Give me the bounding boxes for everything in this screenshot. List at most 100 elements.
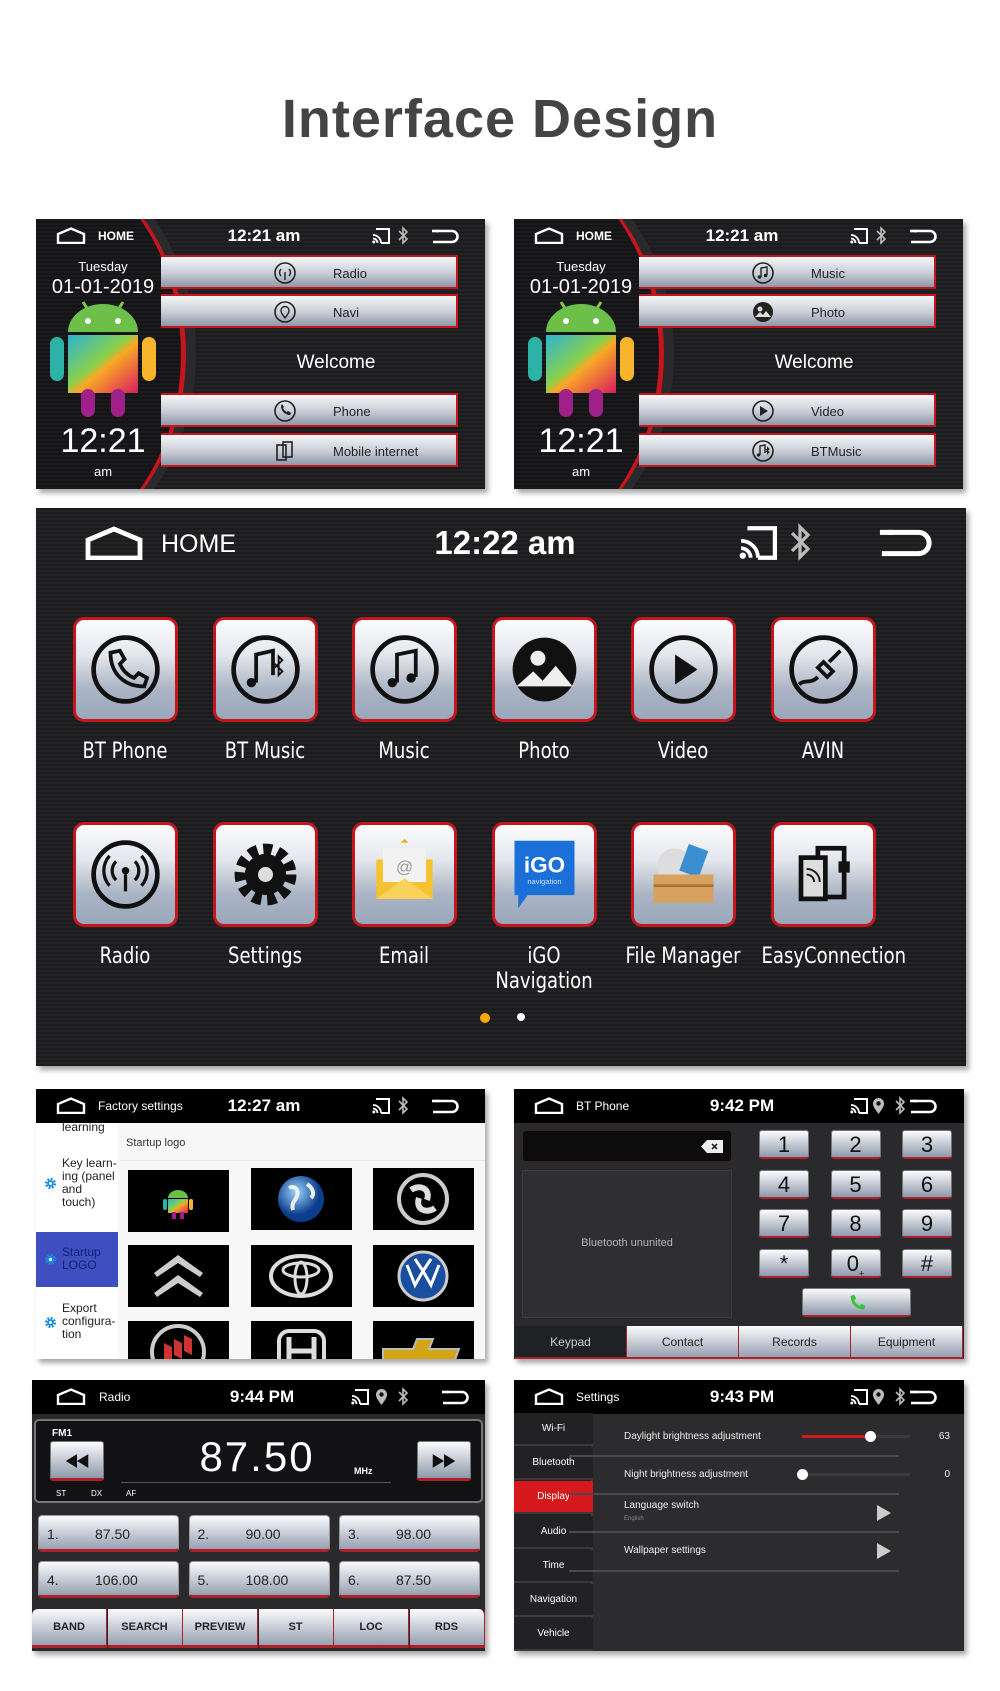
seek-forward-button[interactable] — [417, 1441, 471, 1481]
night-slider[interactable] — [797, 1469, 910, 1480]
home-icon[interactable] — [534, 227, 564, 244]
screen-cast-icon[interactable] — [351, 1389, 369, 1405]
logo-option-honda[interactable] — [251, 1321, 352, 1359]
screen-cast-icon[interactable] — [850, 1098, 868, 1114]
home-icon[interactable] — [56, 1388, 86, 1405]
app-bt-phone[interactable] — [73, 617, 178, 722]
st-button[interactable]: ST — [258, 1609, 334, 1648]
logo-option-chevrolet[interactable] — [373, 1321, 474, 1359]
preset-button[interactable]: 6. 87.50 — [339, 1561, 480, 1598]
backspace-icon[interactable] — [701, 1140, 723, 1153]
back-icon[interactable] — [431, 229, 459, 244]
logo-option-globe[interactable] — [251, 1168, 352, 1230]
page-indicator-dot-active[interactable] — [480, 1013, 490, 1023]
preset-button[interactable]: 4. 106.00 — [38, 1561, 179, 1598]
sidebar-item-key-learning[interactable]: Key learn-ing (panel and touch) — [36, 1157, 118, 1209]
back-icon[interactable] — [878, 528, 932, 558]
preset-button[interactable]: 1. 87.50 — [38, 1515, 179, 1552]
app-music[interactable] — [352, 617, 457, 722]
tab-keypad[interactable]: Keypad — [515, 1326, 627, 1359]
home-icon[interactable] — [84, 526, 144, 560]
logo-option-toyota[interactable] — [251, 1245, 352, 1307]
home-icon[interactable] — [534, 1097, 564, 1114]
phone-button[interactable]: Phone — [161, 393, 458, 427]
keypad-key[interactable]: 6 — [902, 1169, 952, 1199]
sidebar-item-navigation[interactable]: Navigation — [514, 1584, 593, 1617]
radio-button[interactable]: Radio — [161, 255, 458, 289]
logo-option-volkswagen[interactable] — [373, 1245, 474, 1307]
back-icon[interactable] — [909, 229, 937, 244]
call-button[interactable] — [802, 1288, 911, 1317]
wallpaper-settings-row[interactable]: Wallpaper settings — [569, 1532, 899, 1570]
screen-cast-icon[interactable] — [850, 228, 868, 244]
keypad-key[interactable]: 4 — [759, 1169, 809, 1199]
tab-records[interactable]: Records — [739, 1326, 851, 1359]
logo-option-dongfeng[interactable] — [373, 1168, 474, 1230]
app-file-manager[interactable] — [631, 822, 736, 927]
keypad-key[interactable]: 8 — [830, 1209, 881, 1239]
app-avin[interactable] — [770, 617, 876, 722]
app-photo[interactable] — [491, 617, 597, 722]
photo-button[interactable]: Photo — [639, 294, 936, 328]
app-easyconnection[interactable] — [770, 822, 876, 927]
sidebar-item-key-learning-partial[interactable]: learning — [36, 1121, 118, 1134]
video-button[interactable]: Video — [639, 393, 936, 427]
tab-contact[interactable]: Contact — [627, 1326, 739, 1359]
keypad-key[interactable]: 9 — [902, 1209, 952, 1239]
language-switch-row[interactable]: Language switch English — [569, 1494, 899, 1531]
loc-button[interactable]: LOC — [334, 1609, 409, 1648]
page-indicator-dot[interactable] — [517, 1013, 525, 1021]
sidebar-item-export-configuration[interactable]: Export configura-tion — [36, 1302, 118, 1341]
keypad-key[interactable]: # — [902, 1249, 952, 1279]
keypad-key[interactable]: 7 — [759, 1209, 809, 1239]
preset-button[interactable]: 2. 90.00 — [188, 1515, 330, 1552]
logo-option-buick[interactable] — [128, 1321, 229, 1359]
app-video[interactable] — [631, 617, 736, 722]
back-icon[interactable] — [909, 1390, 937, 1405]
app-igo-navigation[interactable]: iGO navigation — [491, 822, 597, 927]
back-icon[interactable] — [431, 1099, 459, 1114]
logo-option-android[interactable] — [128, 1170, 229, 1232]
sidebar-item-wifi[interactable]: Wi-Fi — [514, 1413, 593, 1446]
keypad-key[interactable]: 1 — [759, 1130, 809, 1159]
keypad-key[interactable]: 2 — [830, 1130, 881, 1159]
sidebar-item-vehicle[interactable]: Vehicle — [514, 1618, 593, 1651]
number-input[interactable] — [522, 1130, 732, 1162]
app-settings[interactable] — [212, 822, 318, 927]
slider-handle[interactable] — [865, 1431, 877, 1442]
rds-button[interactable]: RDS — [409, 1609, 485, 1648]
mobile-internet-button[interactable]: Mobile internet — [161, 433, 458, 467]
back-icon[interactable] — [441, 1390, 469, 1405]
status-bar: Radio 9:44 PM — [32, 1380, 485, 1414]
screen-cast-icon[interactable] — [372, 1098, 390, 1114]
preset-button[interactable]: 3. 98.00 — [339, 1515, 480, 1552]
keypad-key[interactable]: 3 — [902, 1130, 952, 1159]
tab-equipment[interactable]: Equipment — [851, 1326, 963, 1359]
keypad-key[interactable]: * — [759, 1249, 809, 1279]
band-button[interactable]: BAND — [32, 1609, 107, 1648]
home-icon[interactable] — [56, 1097, 86, 1114]
slider-handle[interactable] — [797, 1469, 808, 1480]
app-bt-music[interactable] — [212, 617, 318, 722]
screen-cast-icon[interactable] — [372, 228, 390, 244]
search-button[interactable]: SEARCH — [107, 1609, 183, 1648]
preset-button[interactable]: 5. 108.00 — [188, 1561, 330, 1598]
home-icon[interactable] — [56, 227, 86, 244]
seek-back-button[interactable] — [50, 1441, 104, 1481]
home-icon[interactable] — [534, 1388, 564, 1405]
app-email[interactable]: @ — [352, 822, 457, 927]
screen-cast-icon[interactable] — [850, 1389, 868, 1405]
app-radio[interactable] — [73, 822, 178, 927]
logo-option-citroen[interactable] — [128, 1245, 229, 1307]
preview-button[interactable]: PREVIEW — [183, 1609, 258, 1648]
back-icon[interactable] — [909, 1099, 937, 1114]
daylight-slider[interactable] — [802, 1431, 910, 1442]
keypad-key[interactable]: 5 — [830, 1169, 881, 1199]
btmusic-button[interactable]: BTMusic — [639, 433, 936, 467]
sidebar-item-bluetooth[interactable]: Bluetooth — [514, 1447, 593, 1481]
screen-cast-icon[interactable] — [739, 526, 777, 560]
keypad-key[interactable]: 0+ — [830, 1249, 881, 1278]
music-button[interactable]: Music — [639, 255, 936, 289]
navi-button[interactable]: Navi — [161, 294, 458, 328]
sidebar-item-startup-logo[interactable]: Startup LOGO — [36, 1232, 118, 1287]
